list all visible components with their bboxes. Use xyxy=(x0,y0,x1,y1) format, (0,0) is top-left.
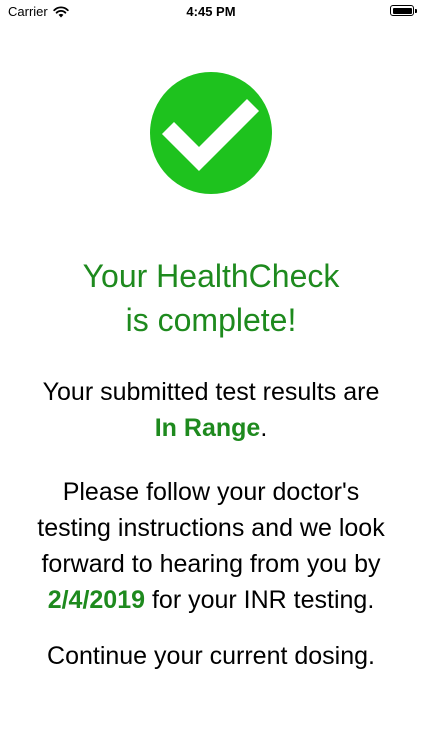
status-right xyxy=(390,5,417,16)
result-message: Your submitted test results are In Range… xyxy=(10,374,412,446)
headline-line-2: is complete! xyxy=(125,302,297,338)
checkmark-badge-icon xyxy=(150,72,272,194)
instructions-line-4: 2/4/2019 for your INR testing. xyxy=(10,582,412,618)
healthcheck-complete-screen: Carrier 4:45 PM Your HealthCheck is comp… xyxy=(0,0,422,750)
instructions-line-2: testing instructions and we look xyxy=(37,514,385,542)
status-time: 4:45 PM xyxy=(186,4,236,19)
completion-headline: Your HealthCheck is complete! xyxy=(0,254,422,342)
instructions-line-3: forward to hearing from you by xyxy=(41,550,381,578)
status-bar: Carrier 4:45 PM xyxy=(0,0,422,24)
instructions-line-1: Please follow your doctor's xyxy=(62,478,360,506)
result-prefix: Your submitted test results are xyxy=(42,378,380,406)
headline-line-1: Your HealthCheck xyxy=(82,258,340,294)
result-suffix: . xyxy=(260,414,268,442)
instructions-message: Please follow your doctor's testing inst… xyxy=(10,474,412,618)
next-test-date: 2/4/2019 xyxy=(47,586,146,614)
dosing-message: Continue your current dosing. xyxy=(47,642,375,670)
instructions-line-4-suffix: for your INR testing. xyxy=(145,586,375,614)
result-status-line: In Range. xyxy=(10,410,412,446)
result-status: In Range xyxy=(154,414,261,442)
battery-icon xyxy=(390,5,417,16)
